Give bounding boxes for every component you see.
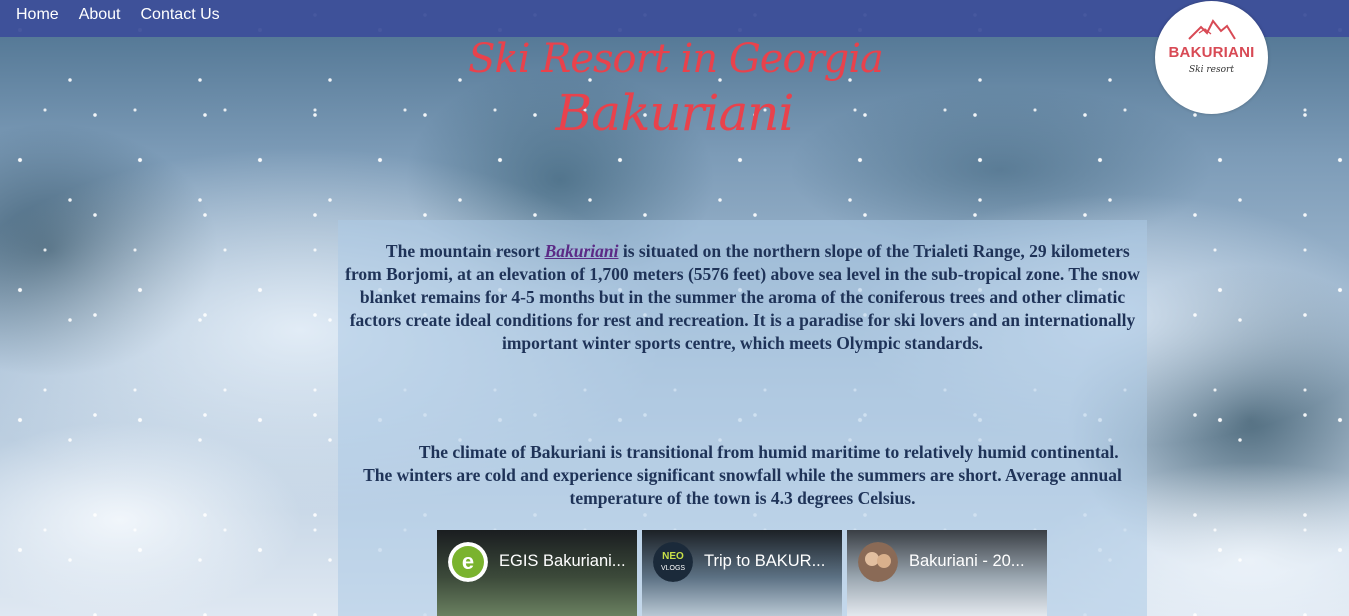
video-title-1[interactable]: EGIS Bakuriani...	[499, 552, 629, 571]
video-embed-3[interactable]: Bakuriani - 20...	[847, 530, 1047, 616]
svg-text:NEO: NEO	[662, 551, 684, 562]
channel-avatar-people-icon	[858, 542, 898, 582]
channel-avatar-e-icon: e	[448, 542, 488, 582]
main-nav: Home About Contact Us	[16, 6, 220, 24]
nav-contact-link[interactable]: Contact Us	[141, 6, 220, 24]
climate-text: The climate of Bakuriani is transitional…	[363, 442, 1122, 508]
intro-prefix: The mountain resort	[385, 241, 545, 261]
channel-avatar-neo-vlogs-icon: NEO VLOGS	[653, 542, 693, 582]
bakuriani-link[interactable]: Bakuriani	[545, 241, 619, 261]
video-title-3[interactable]: Bakuriani - 20...	[909, 552, 1039, 571]
nav-home-link[interactable]: Home	[16, 6, 59, 24]
page-title: Bakuriani	[555, 84, 795, 142]
climate-paragraph: The climate of Bakuriani is transitional…	[338, 441, 1147, 510]
nav-about-link[interactable]: About	[79, 6, 121, 24]
video-embed-2[interactable]: NEO VLOGS Trip to BAKUR...	[642, 530, 842, 616]
intro-paragraph: The mountain resort Bakuriani is situate…	[338, 240, 1147, 355]
video-embed-1[interactable]: e EGIS Bakuriani...	[437, 530, 637, 616]
video-title-2[interactable]: Trip to BAKUR...	[704, 552, 834, 571]
svg-text:VLOGS: VLOGS	[661, 565, 685, 572]
svg-text:e: e	[462, 549, 474, 574]
video-row: e EGIS Bakuriani... NEO VLOGS Trip to BA…	[437, 530, 1047, 616]
page-subtitle: Ski Resort in Georgia	[468, 36, 884, 82]
article-panel: The mountain resort Bakuriani is situate…	[338, 220, 1147, 616]
